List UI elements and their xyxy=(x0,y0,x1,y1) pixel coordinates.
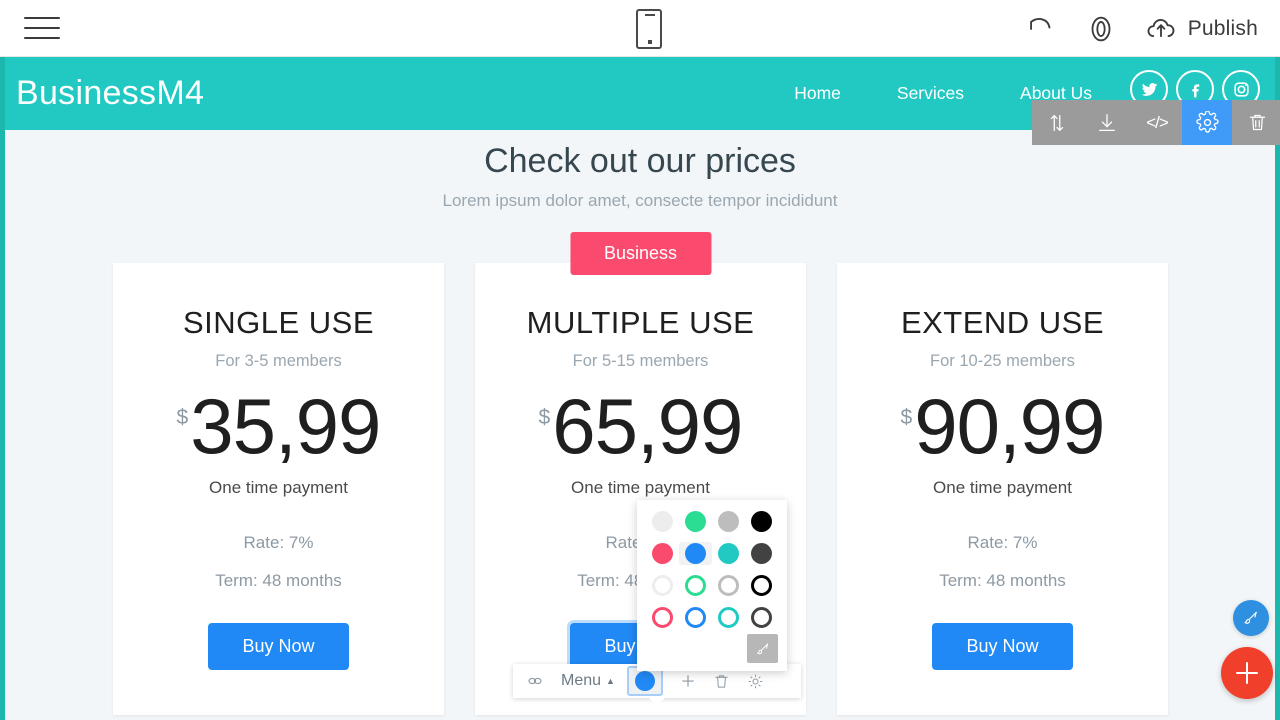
color-picker-popup xyxy=(637,500,787,671)
add-block-fab[interactable] xyxy=(1221,647,1273,699)
menu-dropdown-label: Menu xyxy=(561,672,602,689)
move-updown-icon[interactable] xyxy=(1032,100,1082,145)
color-swatch-dot xyxy=(685,575,706,596)
edit-pen-fab[interactable] xyxy=(1233,600,1269,636)
card-members: For 3-5 members xyxy=(215,352,342,370)
color-swatch[interactable] xyxy=(679,606,712,629)
price-value: 65,99 xyxy=(552,382,743,470)
section-selection-border-right xyxy=(1275,57,1280,720)
card-title: EXTEND USE xyxy=(900,305,1105,340)
publish-label: Publish xyxy=(1187,16,1258,40)
eye-preview-icon[interactable] xyxy=(1084,12,1118,46)
chevron-up-icon: ▲ xyxy=(606,676,615,686)
price-value: 90,99 xyxy=(914,382,1105,470)
element-toolbar: </> xyxy=(1032,100,1280,145)
color-swatch-dot xyxy=(652,511,673,532)
device-home-button xyxy=(648,40,652,44)
card-price: $ 90,99 xyxy=(837,387,1168,465)
plan-badge[interactable]: Business xyxy=(569,232,712,275)
currency-symbol: $ xyxy=(176,406,189,429)
menu-dropdown[interactable]: Menu ▲ xyxy=(557,664,619,698)
color-swatch-dot xyxy=(718,575,739,596)
color-swatch[interactable] xyxy=(679,574,712,597)
card-payment-note: One time payment xyxy=(933,478,1072,497)
currency-symbol: $ xyxy=(538,406,551,429)
card-title: SINGLE USE xyxy=(182,305,375,340)
section-selection-border-left xyxy=(0,57,5,720)
card-title: MULTIPLE USE xyxy=(526,305,755,340)
pricing-card-single-use[interactable]: SINGLE USE For 3-5 members $ 35,99 One t… xyxy=(113,263,444,715)
publish-button[interactable]: Publish xyxy=(1144,12,1258,46)
card-payment-note: One time payment xyxy=(209,478,348,497)
hamburger-line xyxy=(24,37,60,39)
color-swatch[interactable] xyxy=(712,510,745,533)
mobile-device-icon[interactable] xyxy=(636,9,662,49)
toolbar-pointer-caret xyxy=(648,697,666,706)
card-rate: Rate: 7% xyxy=(967,533,1038,552)
plus-icon xyxy=(1236,662,1258,684)
nav-link-services[interactable]: Services xyxy=(869,83,992,104)
download-icon[interactable] xyxy=(1082,100,1132,145)
color-swatch-dot xyxy=(751,575,772,596)
color-swatch[interactable] xyxy=(646,574,679,597)
site-brand[interactable]: BusinessM4 xyxy=(16,74,204,113)
price-value: 35,99 xyxy=(190,382,381,470)
current-color-dot xyxy=(634,671,655,691)
editor-actions: Publish xyxy=(1024,0,1258,57)
color-swatch[interactable] xyxy=(646,542,679,565)
page-title[interactable]: Check out our prices xyxy=(0,142,1280,181)
color-swatch-dot xyxy=(685,607,706,628)
color-swatch[interactable] xyxy=(712,542,745,565)
color-swatch-dot xyxy=(751,607,772,628)
color-swatch[interactable] xyxy=(679,542,712,565)
buy-now-button[interactable]: Buy Now xyxy=(208,623,349,670)
card-members: For 10-25 members xyxy=(930,352,1075,370)
color-swatch-dot xyxy=(685,543,706,564)
card-term: Term: 48 months xyxy=(215,571,342,590)
color-swatch-dot xyxy=(718,543,739,564)
color-swatch[interactable] xyxy=(745,574,778,597)
editor-top-bar: Publish xyxy=(0,0,1280,57)
color-swatch-dot xyxy=(652,575,673,596)
color-swatch[interactable] xyxy=(646,606,679,629)
trash-icon[interactable] xyxy=(1232,100,1280,145)
color-swatch-dot xyxy=(652,543,673,564)
color-swatch-dot xyxy=(685,511,706,532)
color-swatch[interactable] xyxy=(679,510,712,533)
color-swatch[interactable] xyxy=(646,510,679,533)
hamburger-line xyxy=(24,27,60,29)
color-swatch[interactable] xyxy=(745,606,778,629)
code-icon[interactable]: </> xyxy=(1132,100,1182,145)
gear-icon[interactable] xyxy=(1182,100,1232,145)
color-swatch-dot xyxy=(652,607,673,628)
website-canvas: BusinessM4 Home Services About Us </> Ch… xyxy=(0,57,1280,720)
cloud-upload-icon xyxy=(1144,12,1178,46)
currency-symbol: $ xyxy=(900,406,913,429)
color-swatch[interactable] xyxy=(712,606,745,629)
color-swatch-dot xyxy=(751,543,772,564)
card-price: $ 65,99 xyxy=(475,387,806,465)
link-icon[interactable] xyxy=(513,664,557,698)
device-speaker xyxy=(645,14,655,16)
color-swatch[interactable] xyxy=(745,510,778,533)
paintbrush-icon[interactable] xyxy=(747,634,778,663)
card-rate: Rate: 7% xyxy=(243,533,314,552)
color-swatch[interactable] xyxy=(745,542,778,565)
color-swatch-grid xyxy=(646,510,778,629)
color-swatch-dot xyxy=(751,511,772,532)
color-swatch[interactable] xyxy=(712,574,745,597)
buy-now-button[interactable]: Buy Now xyxy=(932,623,1073,670)
color-swatch-dot xyxy=(718,511,739,532)
pricing-card-extend-use[interactable]: EXTEND USE For 10-25 members $ 90,99 One… xyxy=(837,263,1168,715)
undo-icon[interactable] xyxy=(1024,12,1058,46)
card-price: $ 35,99 xyxy=(113,387,444,465)
color-swatch-dot xyxy=(718,607,739,628)
hamburger-line xyxy=(24,17,60,19)
hamburger-menu-icon[interactable] xyxy=(24,13,60,43)
nav-link-home[interactable]: Home xyxy=(766,83,869,104)
card-members: For 5-15 members xyxy=(572,352,709,370)
card-term: Term: 48 months xyxy=(939,571,1066,590)
page-subtitle[interactable]: Lorem ipsum dolor amet, consecte tempor … xyxy=(0,191,1280,211)
card-payment-note: One time payment xyxy=(571,478,710,497)
